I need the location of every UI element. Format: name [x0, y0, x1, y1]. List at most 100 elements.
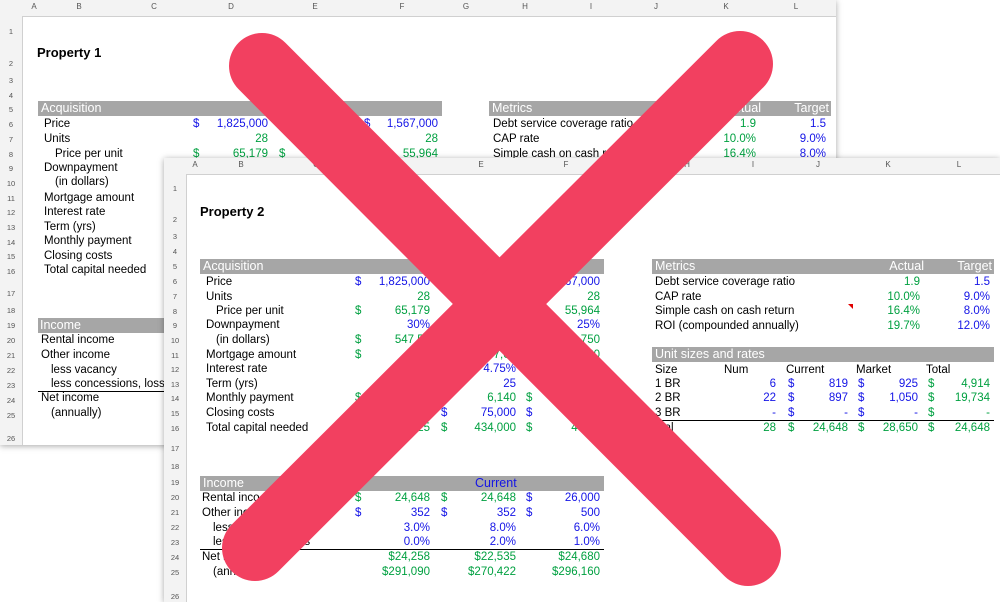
unit-size[interactable]: otal — [655, 422, 674, 434]
unit-sizes-header[interactable]: Unit sizes and rates — [652, 347, 994, 362]
acq-label[interactable]: Price — [44, 118, 70, 130]
column-header[interactable]: C — [118, 2, 190, 11]
units-col-label[interactable]: Size — [655, 364, 677, 376]
unit-current[interactable]: 897 — [794, 392, 848, 404]
row-header[interactable]: 16 — [164, 424, 186, 433]
row-header[interactable]: 23 — [0, 381, 22, 390]
row-header[interactable]: 1 — [164, 184, 186, 193]
row-header[interactable]: 18 — [0, 306, 22, 315]
metric-label[interactable]: CAP rate — [655, 291, 701, 303]
income-label[interactable]: less concessions, loss — [51, 378, 165, 390]
acq-label[interactable]: Term (yrs) — [44, 221, 96, 233]
column-header[interactable]: I — [726, 160, 780, 169]
income-label[interactable]: less — [213, 522, 233, 534]
unit-num[interactable]: 28 — [730, 422, 776, 434]
column-header[interactable]: C — [280, 160, 352, 169]
metric-label[interactable]: Simple cash on cash return — [655, 305, 794, 317]
units-cell[interactable]: 28 — [200, 133, 268, 145]
column-header[interactable]: K — [694, 2, 758, 11]
row-header[interactable]: 12 — [0, 208, 22, 217]
metric-label[interactable]: ROI (compounded annually) — [655, 320, 799, 332]
unit-size[interactable]: 2 BR — [655, 392, 681, 404]
column-header[interactable]: A — [27, 2, 41, 11]
column-header[interactable]: F — [524, 160, 608, 169]
column-header[interactable]: B — [40, 2, 118, 11]
units-col-label[interactable]: Market — [856, 364, 891, 376]
column-header[interactable]: D — [352, 160, 438, 169]
row-header[interactable]: 26 — [0, 434, 22, 443]
unit-market[interactable]: 28,650 — [864, 422, 918, 434]
row-header[interactable]: 26 — [164, 592, 186, 601]
income-value-f[interactable]: 26,000 — [534, 492, 600, 504]
income-label[interactable]: Rental inco — [202, 492, 260, 504]
income-label[interactable]: Net inc — [202, 551, 238, 563]
acq-label[interactable]: Closing costs — [44, 250, 112, 262]
row-header[interactable]: 25 — [164, 568, 186, 577]
acq-value-d[interactable]: 547,50 — [364, 334, 430, 346]
row-header[interactable]: 19 — [164, 478, 186, 487]
row-header[interactable]: 15 — [164, 409, 186, 418]
sheet-title[interactable]: Property 2 — [200, 204, 264, 219]
row-header[interactable]: 17 — [164, 444, 186, 453]
acq-value-d[interactable]: 1,825,000 — [364, 276, 430, 288]
acq-value-d[interactable]: 2,825 — [364, 422, 430, 434]
acq-label[interactable]: Price — [206, 276, 232, 288]
column-header[interactable]: F — [358, 2, 446, 11]
acq-label[interactable]: Total capital needed — [206, 422, 308, 434]
units-cell[interactable]: 28 — [370, 133, 438, 145]
income-value-e[interactable]: 2.0% — [450, 536, 516, 548]
acq-value-f[interactable]: 1,567,000 — [534, 276, 600, 288]
income-label[interactable]: less vacancy — [51, 364, 117, 376]
row-header[interactable]: 10 — [0, 179, 22, 188]
acq-value-f[interactable]: 1,750 — [534, 334, 600, 346]
metric-target[interactable]: 12.0% — [934, 320, 990, 332]
row-header[interactable]: 2 — [0, 59, 22, 68]
row-header[interactable]: 11 — [164, 351, 186, 360]
acq-label[interactable]: Mortgage amount — [44, 192, 134, 204]
spreadsheet-window-property-2[interactable]: A B C D E F G H I J K L 1 2 3 4 5 6 7 8 … — [164, 158, 1000, 602]
unit-total[interactable]: - — [934, 407, 990, 419]
column-header[interactable]: E — [438, 160, 524, 169]
metric-label[interactable]: Debt service coverage ratio — [655, 276, 795, 288]
comment-indicator-icon[interactable] — [686, 146, 691, 151]
column-header[interactable]: H — [486, 2, 564, 11]
metric-actual[interactable]: 1.9 — [864, 276, 920, 288]
metric-target[interactable]: 9.0% — [934, 291, 990, 303]
row-header[interactable]: 13 — [164, 380, 186, 389]
income-label[interactable]: (annually) — [51, 407, 102, 419]
row-header[interactable]: 9 — [164, 321, 186, 330]
income-label[interactable]: Rental income — [41, 334, 115, 346]
comment-indicator-icon[interactable] — [848, 304, 853, 309]
row-header[interactable]: 23 — [164, 538, 186, 547]
row-header[interactable]: 7 — [164, 292, 186, 301]
row-header[interactable]: 8 — [164, 307, 186, 316]
column-header[interactable]: G — [446, 2, 486, 11]
acq-value-e[interactable]: 25 — [450, 378, 516, 390]
column-header[interactable]: L — [758, 2, 834, 11]
row-header[interactable]: 5 — [0, 105, 22, 114]
unit-num[interactable]: - — [730, 407, 776, 419]
acq-value-e[interactable]: 4.75% — [450, 363, 516, 375]
units-col-label[interactable]: Total — [926, 364, 950, 376]
acq-label[interactable]: Price per unit — [216, 305, 284, 317]
income-value-d[interactable]: 24,648 — [364, 492, 430, 504]
acq-value-d[interactable]: 65,179 — [364, 305, 430, 317]
acq-label[interactable]: Units — [44, 133, 70, 145]
unit-total[interactable]: 24,648 — [934, 422, 990, 434]
income-header[interactable]: Income — [38, 318, 168, 333]
acq-label[interactable]: Interest rate — [206, 363, 267, 375]
unit-num[interactable]: 22 — [730, 392, 776, 404]
column-header[interactable]: H — [648, 160, 726, 169]
row-header[interactable]: 10 — [164, 336, 186, 345]
income-value-f[interactable]: $296,160 — [534, 566, 600, 578]
income-value-d[interactable]: 3.0% — [364, 522, 430, 534]
row-header[interactable]: 13 — [0, 223, 22, 232]
acq-value-d[interactable]: 28 — [364, 291, 430, 303]
row-header[interactable]: 20 — [164, 493, 186, 502]
metric-label[interactable]: CAP rate — [493, 133, 539, 145]
unit-market[interactable]: 1,050 — [864, 392, 918, 404]
column-header[interactable]: K — [856, 160, 920, 169]
row-header[interactable]: 16 — [0, 267, 22, 276]
metrics-header[interactable]: Metrics Actual Target — [652, 259, 994, 274]
metric-actual[interactable]: 10.0% — [700, 133, 756, 145]
